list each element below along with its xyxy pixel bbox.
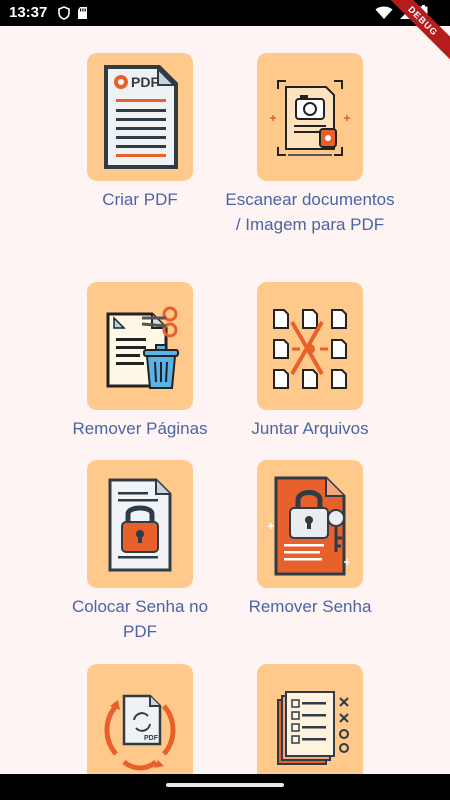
create-pdf-icon: PDF [104,65,178,169]
tile-icon-box[interactable] [257,664,363,774]
tile-juntar-arquivos[interactable]: Juntar Arquivos [225,282,395,441]
tile-label: Criar PDF [102,190,178,209]
remove-pages-icon [106,306,179,389]
tile-label: Escanear documentos / Imagem para PDF [225,190,395,234]
svg-text:PDF: PDF [144,735,159,742]
tile-colocar-senha[interactable]: Colocar Senha no PDF [55,460,225,644]
tile-icon-box[interactable] [257,53,363,181]
debug-label: DEBUG [390,0,450,60]
remove-password-icon [268,476,350,576]
status-bar: 13:37 [0,0,450,26]
tile-remover-senha[interactable]: Remover Senha [225,460,395,619]
tile-icon-box[interactable]: PDF [87,664,193,774]
merge-files-icon [273,309,347,389]
tile-rotate-pdf[interactable]: PDF [55,664,225,774]
tile-icon-box[interactable]: PDF [87,53,193,181]
tile-label: Remover Páginas [72,419,208,438]
rotate-pdf-icon: PDF [104,694,176,771]
tile-label: Juntar Arquivos [251,419,369,438]
tile-checklist-document[interactable] [225,664,395,774]
debug-banner: DEBUG [390,0,450,60]
navigation-bar [0,774,450,800]
scan-document-icon [270,80,350,156]
pdf-text: PDF [131,74,159,90]
tile-icon-box[interactable] [257,282,363,410]
tile-label: Remover Senha [248,597,372,616]
lock-pdf-icon [108,478,172,572]
tile-remover-paginas[interactable]: Remover Páginas [55,282,225,441]
tile-icon-box[interactable] [87,460,193,588]
checklist-document-icon [277,691,349,765]
tile-criar-pdf[interactable]: PDF Criar PDF [55,53,225,212]
status-time: 13:37 [9,4,48,21]
tile-label: Colocar Senha no PDF [71,597,209,641]
tile-icon-box[interactable] [257,460,363,588]
shield-icon [58,6,70,25]
tools-grid: PDF Criar PDF Escanear documentos / Imag… [0,26,450,774]
tile-icon-box[interactable] [87,282,193,410]
home-indicator[interactable] [166,783,284,787]
sd-card-icon [77,6,88,25]
tile-escanear-documentos[interactable]: Escanear documentos / Imagem para PDF [225,53,395,237]
